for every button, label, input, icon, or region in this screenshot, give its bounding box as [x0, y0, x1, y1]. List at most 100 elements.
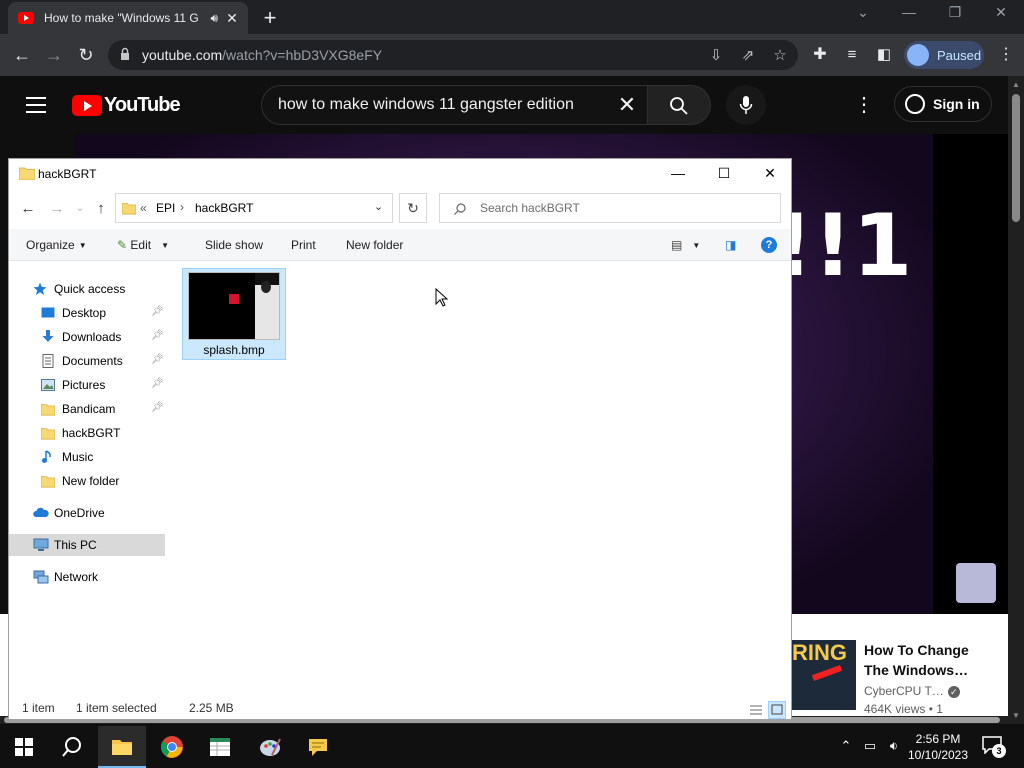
up-directory-button[interactable]: ↑	[91, 199, 111, 219]
breadcrumb-overflow[interactable]: «	[140, 201, 147, 215]
pin-icon[interactable]: 📌︎	[151, 330, 164, 341]
help-icon[interactable]: ?	[761, 237, 777, 253]
bookmark-star-icon[interactable]: ☆	[770, 46, 790, 64]
browser-menu-icon[interactable]: ⋮	[994, 43, 1018, 67]
taskbar-notes-app[interactable]	[294, 726, 342, 768]
explorer-close-button[interactable]: ✕	[747, 159, 793, 189]
page-vertical-scrollbar[interactable]: ▲ ▼	[1008, 76, 1024, 724]
new-tab-button[interactable]: +	[258, 5, 282, 31]
browser-restore-button[interactable]: ❐	[940, 4, 970, 21]
explorer-minimize-button[interactable]: —	[655, 159, 701, 189]
file-explorer-icon	[112, 740, 132, 755]
edit-button[interactable]: ✎ Edit ▼	[117, 238, 169, 252]
recommended-channel[interactable]: CyberCPU T… ✓	[864, 684, 960, 698]
nav-item-network[interactable]: Network	[9, 566, 165, 588]
start-button[interactable]	[0, 726, 48, 768]
nav-item-quick-access[interactable]: Quick access	[9, 278, 165, 300]
breadcrumb-current[interactable]: hackBGRT	[195, 201, 253, 215]
youtube-search-input[interactable]: how to make windows 11 gangster edition …	[261, 85, 648, 125]
voice-search-button[interactable]	[726, 85, 766, 125]
audio-playing-icon[interactable]: 🔊︎	[210, 11, 218, 26]
share-icon[interactable]: ⇗	[738, 46, 758, 64]
pin-icon[interactable]: 📌︎	[151, 402, 164, 413]
back-button[interactable]: ←	[10, 43, 34, 67]
pin-icon[interactable]: 📌︎	[151, 354, 164, 365]
search-taskbar-button[interactable]	[48, 726, 96, 768]
nav-item-new-folder[interactable]: New folder	[9, 470, 165, 492]
tab-search-chevron-icon[interactable]: ⌄	[848, 4, 878, 21]
preview-pane-icon[interactable]: ◨	[725, 238, 736, 252]
search-query: how to make windows 11 gangster edition	[278, 96, 574, 113]
extensions-icon[interactable]: ✚	[808, 43, 832, 67]
nav-item-this-pc[interactable]: This PC	[9, 534, 165, 556]
install-icon[interactable]: ⇩	[706, 46, 726, 64]
pin-icon[interactable]: 📌︎	[151, 306, 164, 317]
side-panel-icon[interactable]: ◧	[872, 43, 896, 67]
recent-locations-chevron-icon[interactable]: ⌄	[70, 199, 90, 219]
nav-item-pictures[interactable]: Pictures 📌︎	[9, 374, 165, 396]
youtube-favicon-icon	[18, 12, 34, 24]
nav-item-hackbgrt[interactable]: hackBGRT	[9, 422, 165, 444]
breadcrumb-separator-icon[interactable]: ›	[180, 200, 184, 214]
browser-tab[interactable]: How to make "Windows 11 G 🔊︎ ✕	[8, 2, 248, 34]
nav-item-music[interactable]: Music	[9, 446, 165, 468]
organize-button[interactable]: Organize ▼	[26, 238, 87, 252]
nav-item-onedrive[interactable]: OneDrive	[9, 502, 165, 524]
reload-button[interactable]: ↻	[74, 43, 98, 67]
explorer-forward-button[interactable]: →	[47, 199, 67, 219]
slideshow-button[interactable]: Slide show	[205, 238, 263, 252]
nav-item-downloads[interactable]: Downloads 📌︎	[9, 326, 165, 348]
explorer-title-bar[interactable]: hackBGRT — ☐ ✕	[9, 159, 791, 189]
folder-icon	[19, 167, 35, 180]
network-tray-icon[interactable]: ▭	[860, 738, 880, 754]
change-view-button[interactable]: ▤ ▼	[671, 238, 700, 252]
youtube-logo[interactable]: YouTube	[72, 94, 181, 117]
address-bar[interactable]: youtube.com/watch?v=hbD3VXG8eFY ⇩ ⇗ ☆	[108, 40, 798, 70]
explorer-back-button[interactable]: ←	[18, 199, 38, 219]
clear-search-icon[interactable]: ✕	[613, 92, 641, 118]
volume-tray-icon[interactable]: 🔉︎	[884, 738, 904, 754]
explorer-refresh-button[interactable]: ↻	[399, 193, 427, 223]
scroll-down-arrow-icon[interactable]: ▼	[1012, 711, 1020, 720]
recommended-video-thumbnail[interactable]: RING	[792, 640, 856, 710]
taskbar-paint-app[interactable]	[246, 726, 294, 768]
taskbar-spreadsheet-app[interactable]	[196, 726, 244, 768]
notification-center-button[interactable]: 3	[982, 736, 1006, 758]
breadcrumb-parent[interactable]: EPI	[156, 201, 175, 215]
taskbar-file-explorer[interactable]	[98, 726, 146, 768]
nav-item-desktop[interactable]: Desktop 📌︎	[9, 302, 165, 324]
forward-button[interactable]: →	[42, 43, 66, 67]
menu-hamburger-icon[interactable]	[26, 97, 46, 113]
scroll-up-arrow-icon[interactable]: ▲	[1012, 80, 1020, 89]
browser-minimize-button[interactable]: —	[894, 4, 924, 20]
file-item-splash-bmp[interactable]: splash.bmp	[182, 268, 286, 360]
pin-icon[interactable]: 📌︎	[151, 378, 164, 389]
nav-item-documents[interactable]: Documents 📌︎	[9, 350, 165, 372]
address-dropdown-chevron-icon[interactable]: ⌄	[374, 200, 383, 213]
tab-close-icon[interactable]: ✕	[224, 10, 240, 27]
explorer-search-input[interactable]: Search hackBGRT	[439, 193, 781, 223]
show-hidden-icons-chevron-icon[interactable]: ⌃	[836, 738, 856, 754]
nav-item-label: Music	[62, 450, 94, 464]
new-folder-button[interactable]: New folder	[346, 238, 403, 252]
print-button[interactable]: Print	[291, 238, 316, 252]
channel-watermark-icon[interactable]	[956, 563, 996, 603]
nav-item-bandicam[interactable]: Bandicam 📌︎	[9, 398, 165, 420]
recommended-video-title[interactable]: How To Change The Windows…	[864, 640, 994, 680]
browser-close-button[interactable]: ✕	[986, 4, 1016, 21]
media-control-icon[interactable]: ≡	[840, 43, 864, 67]
details-view-icon[interactable]	[747, 701, 765, 719]
spreadsheet-icon	[210, 738, 230, 756]
sign-in-button[interactable]: Sign in	[894, 86, 992, 122]
large-icons-view-icon[interactable]	[768, 701, 786, 719]
settings-more-icon[interactable]: ⋮	[852, 92, 876, 117]
tab-title: How to make "Windows 11 G	[44, 11, 199, 25]
file-list-pane[interactable]: splash.bmp	[166, 262, 791, 696]
system-clock[interactable]: 2:56 PM 10/10/2023	[906, 731, 970, 763]
youtube-search-button[interactable]	[647, 85, 711, 125]
profile-button[interactable]: Paused	[904, 41, 984, 69]
explorer-maximize-button[interactable]: ☐	[701, 159, 747, 189]
explorer-address-bar[interactable]: « EPI › hackBGRT ⌄	[115, 193, 393, 223]
taskbar-chrome[interactable]	[148, 726, 196, 768]
scroll-thumb[interactable]	[1012, 94, 1020, 222]
